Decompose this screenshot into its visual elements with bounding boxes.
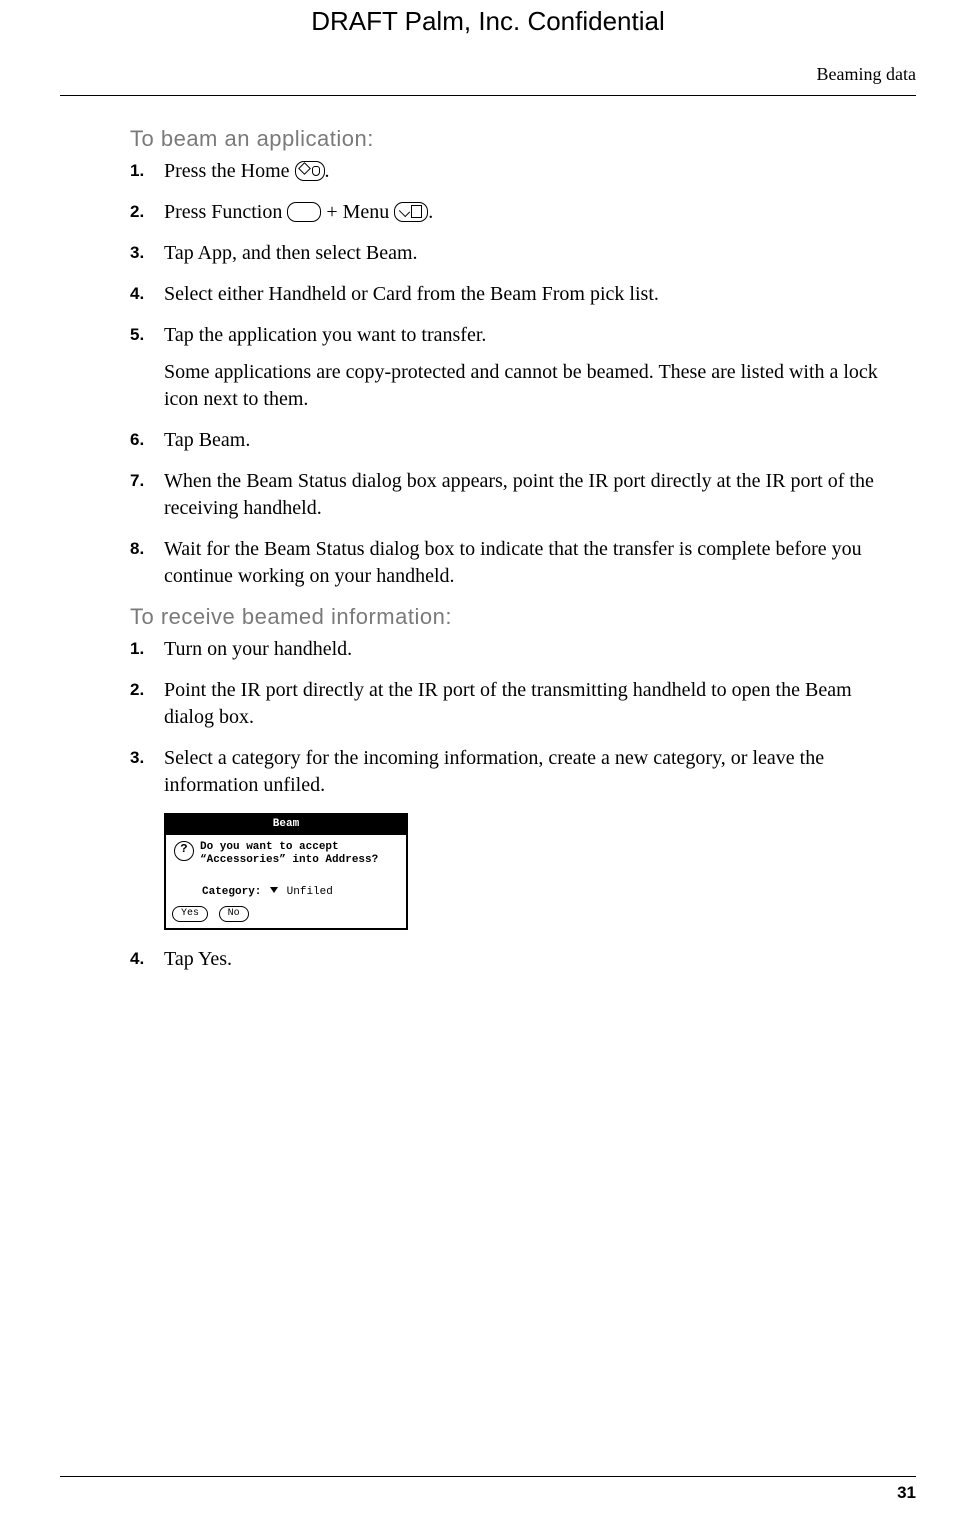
question-icon: ? [174,841,194,861]
step-number: 2. [130,199,164,225]
menu-key-icon [394,202,428,222]
draft-watermark: DRAFT Palm, Inc. Confidential [0,6,976,37]
step-text: Point the IR port directly at the IR por… [164,677,896,731]
step-text: Turn on your handheld. [164,636,896,663]
step-text: Select either Handheld or Card from the … [164,281,896,308]
step-number: 8. [130,536,164,562]
beam-dialog-screenshot: Beam ? Do you want to accept “Accessorie… [164,813,408,930]
dialog-title: Beam [166,815,406,835]
step-number: 3. [130,745,164,771]
list-item: 5. Tap the application you want to trans… [130,322,896,413]
step-note: Some applications are copy-protected and… [164,359,896,413]
step-number: 6. [130,427,164,453]
dropdown-arrow-icon[interactable] [270,887,278,893]
list-item: 1. Turn on your handheld. [130,636,896,663]
list-item: 6. Tap Beam. [130,427,896,454]
list-item: 7. When the Beam Status dialog box appea… [130,468,896,522]
page-content: To beam an application: 1. Press the Hom… [130,126,896,987]
section1-steps: 1. Press the Home . 2. Press Function + … [130,158,896,590]
list-item: 3. Select a category for the incoming in… [130,745,896,799]
section2-steps-before: 1. Turn on your handheld. 2. Point the I… [130,636,896,799]
step-text: When the Beam Status dialog box appears,… [164,468,896,522]
category-value[interactable]: Unfiled [287,886,333,898]
step-number: 3. [130,240,164,266]
running-head: Beaming data [60,64,916,96]
step-text: Tap App, and then select Beam. [164,240,896,267]
step-text: . [428,201,433,223]
list-item: 1. Press the Home . [130,158,896,185]
step-text: Tap Yes. [164,946,896,973]
step-text: Press the Home [164,160,295,182]
step-text: Press Function [164,201,287,223]
no-button[interactable]: No [219,906,249,922]
step-number: 1. [130,158,164,184]
section1-title: To beam an application: [130,126,896,152]
step-number: 5. [130,322,164,348]
dialog-message: Do you want to accept “Accessories” into… [200,841,398,866]
list-item: 2. Press Function + Menu . [130,199,896,226]
step-number: 4. [130,281,164,307]
function-key-icon [287,202,321,222]
home-icon [295,161,325,181]
category-label: Category: [202,886,261,898]
section2-steps-after: 4. Tap Yes. [130,946,896,973]
page-number: 31 [60,1476,916,1503]
step-number: 2. [130,677,164,703]
list-item: 2. Point the IR port directly at the IR … [130,677,896,731]
section2-title: To receive beamed information: [130,604,896,630]
step-text: Tap the application you want to transfer… [164,322,896,349]
step-number: 4. [130,946,164,972]
step-text: + Menu [326,201,394,223]
list-item: 4. Select either Handheld or Card from t… [130,281,896,308]
step-text: Tap Beam. [164,427,896,454]
step-number: 1. [130,636,164,662]
step-text: Select a category for the incoming infor… [164,745,896,799]
yes-button[interactable]: Yes [172,906,208,922]
list-item: 4. Tap Yes. [130,946,896,973]
list-item: 3. Tap App, and then select Beam. [130,240,896,267]
step-text: . [325,160,330,182]
step-text: Wait for the Beam Status dialog box to i… [164,536,896,590]
list-item: 8. Wait for the Beam Status dialog box t… [130,536,896,590]
step-number: 7. [130,468,164,494]
